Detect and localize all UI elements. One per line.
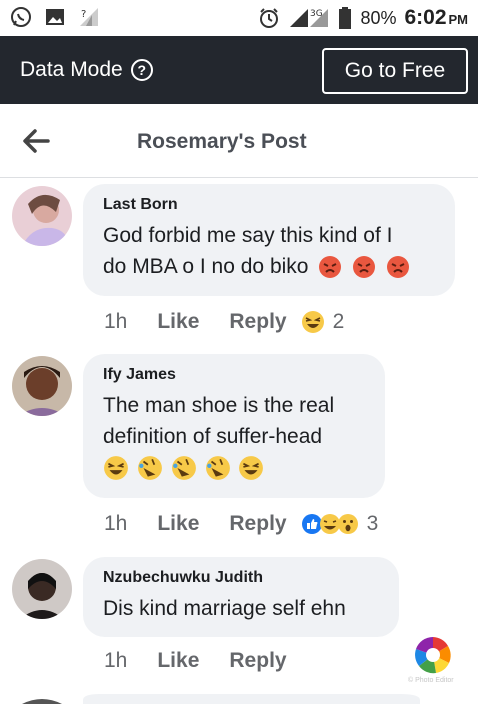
like-button[interactable]: Like (157, 310, 199, 334)
reactions-summary[interactable]: 3 (301, 512, 379, 536)
angry-emoji-icon (353, 256, 376, 279)
reaction-count: 2 (332, 310, 345, 333)
next-comment-partial (0, 690, 478, 704)
reaction-count: 3 (366, 512, 379, 535)
signal-icon: 3G (288, 7, 330, 29)
photo-editor-watermark: © Photo Editor (408, 677, 454, 684)
wow-reaction-icon (337, 514, 358, 534)
battery-icon (338, 7, 352, 29)
avatar[interactable] (12, 186, 72, 246)
comment-line: Dis kind marriage self ehn (103, 597, 346, 620)
rofl-emoji-icon (137, 456, 162, 481)
go-to-free-button[interactable]: Go to Free (322, 48, 468, 94)
comment-line: do MBA o I no do biko (103, 255, 309, 278)
angry-emoji-icon (387, 256, 409, 279)
status-right-icons: 3G 80% 6:02 PM (258, 6, 468, 30)
next-comment-edge (22, 694, 420, 704)
comment-text: God forbid me say this kind of I do MBA … (103, 220, 435, 282)
comment-text: The man shoe is the real definition of s… (103, 390, 365, 483)
avatar[interactable] (12, 356, 72, 416)
comment-actions: 1h Like Reply 2 (104, 310, 344, 334)
signal-unknown-icon: ? (78, 6, 100, 28)
comment-actions: 1h Like Reply (104, 649, 301, 673)
alarm-icon (258, 7, 280, 29)
reactions-summary[interactable]: 2 (301, 310, 345, 334)
page-title: Rosemary's Post (137, 130, 307, 153)
rofl-emoji-icon (205, 456, 230, 481)
comment-author[interactable]: Ify James (103, 366, 365, 384)
haha-emoji-icon (301, 311, 324, 333)
data-mode-bar: Data Mode ? Go to Free (0, 36, 478, 104)
comment-bubble[interactable]: Ify James The man shoe is the real defin… (83, 354, 385, 498)
comment-line: God forbid me say this kind of I (103, 224, 393, 247)
comment-author[interactable]: Last Born (103, 196, 435, 214)
clock-ampm: PM (448, 12, 469, 27)
photo-editor-logo-icon (413, 635, 453, 675)
like-button[interactable]: Like (157, 512, 199, 536)
clock: 6:02 PM (404, 6, 468, 30)
comment-bubble[interactable]: Nzubechuwku Judith Dis kind marriage sel… (83, 557, 399, 637)
back-arrow-icon[interactable] (22, 128, 50, 154)
comment-line: definition of suffer-head (103, 425, 323, 448)
data-mode-label: Data Mode (20, 58, 123, 81)
comment-line: The man shoe is the real (103, 394, 335, 417)
gallery-icon (44, 6, 66, 28)
reply-button[interactable]: Reply (229, 512, 286, 536)
avatar[interactable] (12, 559, 72, 619)
laughing-emoji-icon (239, 456, 264, 481)
laughing-emoji-group (103, 452, 365, 483)
comment-bubble[interactable]: Last Born God forbid me say this kind of… (83, 184, 455, 296)
reply-button[interactable]: Reply (229, 649, 286, 673)
comment-actions: 1h Like Reply 3 (104, 512, 378, 536)
comment-text: Dis kind marriage self ehn (103, 593, 379, 624)
comment-line-with-emoji: do MBA o I no do biko (103, 251, 435, 282)
comment-time: 1h (104, 512, 128, 535)
svg-text:?: ? (81, 9, 86, 20)
clock-time: 6:02 (404, 6, 447, 29)
angry-emoji-group (312, 255, 410, 279)
status-bar: ? 3G 80% 6:02 PM (0, 0, 478, 36)
status-left-icons: ? (10, 6, 100, 28)
reply-button[interactable]: Reply (229, 310, 286, 334)
angry-emoji-icon (319, 256, 342, 279)
rofl-emoji-icon (171, 456, 196, 481)
whatsapp-icon (10, 6, 32, 28)
comment-author[interactable]: Nzubechuwku Judith (103, 569, 379, 587)
comment-time: 1h (104, 310, 128, 333)
comment-time: 1h (104, 649, 128, 672)
help-icon[interactable]: ? (130, 59, 153, 81)
grinning-squint-emoji-icon (104, 456, 128, 481)
battery-percent: 80% (360, 7, 397, 28)
post-header: Rosemary's Post (0, 104, 478, 178)
like-button[interactable]: Like (157, 649, 199, 673)
data-mode-toggle[interactable]: Data Mode ? (20, 58, 153, 82)
